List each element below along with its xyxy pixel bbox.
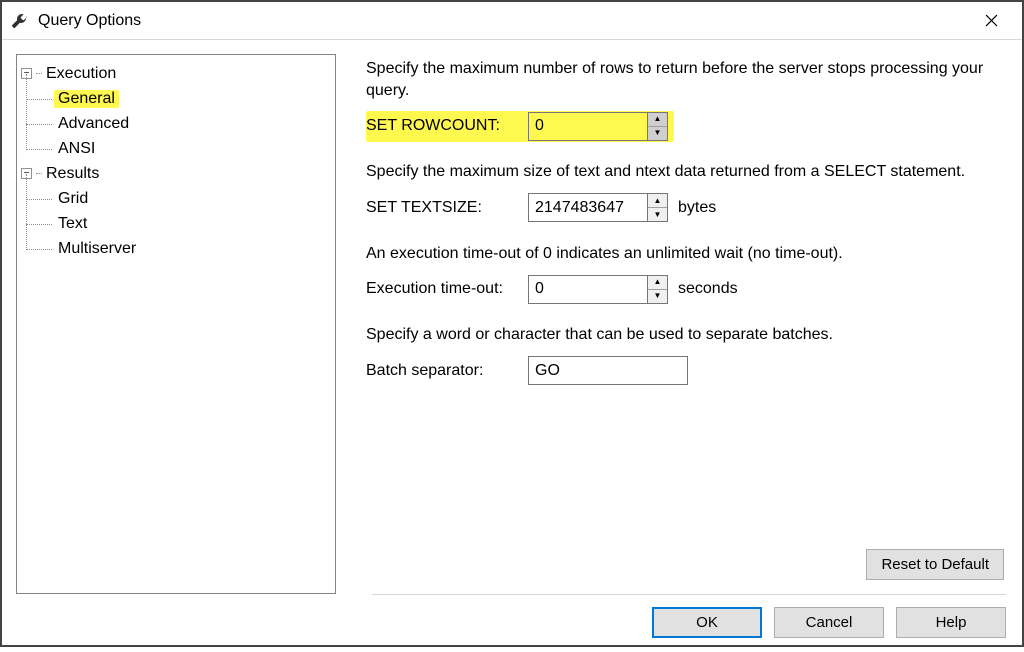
tree-item-advanced[interactable]: Advanced [26, 111, 331, 136]
timeout-down[interactable]: ▼ [648, 290, 667, 303]
ok-button[interactable]: OK [652, 607, 762, 638]
textsize-suffix: bytes [678, 199, 716, 217]
rowcount-label: SET ROWCOUNT: [366, 117, 528, 135]
tree-node-results[interactable]: − Results [21, 161, 331, 186]
cancel-button[interactable]: Cancel [774, 607, 884, 638]
tree-item-ansi[interactable]: ANSI [26, 136, 331, 161]
batch-input[interactable] [528, 356, 688, 385]
tree-label-ansi: ANSI [54, 140, 99, 158]
tree-label-advanced: Advanced [54, 115, 133, 133]
rowcount-description: Specify the maximum number of rows to re… [366, 58, 986, 101]
textsize-description: Specify the maximum size of text and nte… [366, 161, 986, 183]
window-title: Query Options [38, 12, 968, 30]
tree-label-text: Text [54, 215, 91, 233]
batch-description: Specify a word or character that can be … [366, 324, 986, 346]
rowcount-down[interactable]: ▼ [648, 127, 667, 140]
titlebar: Query Options [2, 2, 1022, 40]
content-panel: Specify the maximum number of rows to re… [366, 54, 1008, 594]
timeout-description: An execution time-out of 0 indicates an … [366, 243, 986, 265]
reset-button[interactable]: Reset to Default [866, 549, 1004, 580]
close-button[interactable] [968, 2, 1014, 40]
tree-item-general[interactable]: General [26, 86, 331, 111]
timeout-suffix: seconds [678, 280, 738, 298]
wrench-icon [10, 12, 28, 30]
rowcount-up[interactable]: ▲ [648, 113, 667, 127]
tree-node-execution[interactable]: − Execution [21, 61, 331, 86]
tree-label-general: General [54, 90, 119, 108]
dialog-footer: OK Cancel Help [2, 595, 1022, 652]
tree-label-multiserver: Multiserver [54, 240, 140, 258]
textsize-label: SET TEXTSIZE: [366, 199, 528, 217]
tree-label-grid: Grid [54, 190, 92, 208]
tree-item-multiserver[interactable]: Multiserver [26, 236, 331, 261]
timeout-up[interactable]: ▲ [648, 276, 667, 290]
batch-label: Batch separator: [366, 362, 528, 380]
help-button[interactable]: Help [896, 607, 1006, 638]
textsize-up[interactable]: ▲ [648, 194, 667, 208]
tree-item-text[interactable]: Text [26, 211, 331, 236]
tree-label-results: Results [42, 165, 103, 183]
tree-item-grid[interactable]: Grid [26, 186, 331, 211]
textsize-down[interactable]: ▼ [648, 208, 667, 221]
nav-tree: − Execution General Advanced ANSI [16, 54, 336, 594]
tree-label-execution: Execution [42, 65, 120, 83]
timeout-label: Execution time-out: [366, 280, 528, 298]
